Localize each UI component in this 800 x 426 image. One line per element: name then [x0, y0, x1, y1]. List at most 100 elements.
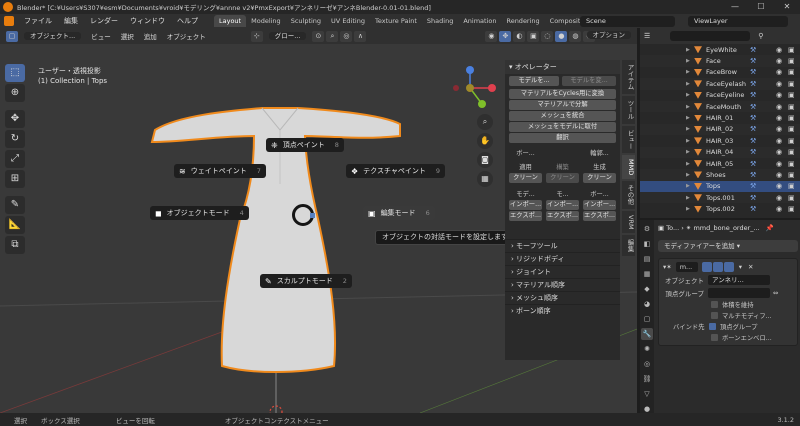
attach-meshes-button[interactable]: メッシュをモデルに取付	[509, 122, 616, 132]
eye-icon[interactable]: ◉	[776, 46, 782, 54]
expand-arrow-icon[interactable]: ▶	[686, 47, 690, 53]
camera-render-icon[interactable]: ▣	[788, 91, 795, 99]
tab-mmd[interactable]: MMD	[622, 155, 635, 180]
menu-file[interactable]: ファイル	[18, 16, 58, 26]
add-modifier-dropdown[interactable]: モディファイアーを追加 ▾	[658, 240, 798, 252]
outliner-row[interactable]: ▶ Tops ⚒ ◉ ▣	[640, 180, 800, 193]
scene-props-icon[interactable]: ◆	[641, 283, 653, 295]
xray-icon[interactable]: ▣	[527, 30, 540, 42]
output-props-icon[interactable]: ▤	[641, 253, 653, 265]
menu-help[interactable]: ヘルプ	[171, 16, 204, 26]
eye-icon[interactable]: ◉	[776, 57, 782, 65]
pie-weight-paint[interactable]: ≋ ウェイトペイント 7	[174, 164, 266, 178]
import-model-button[interactable]: インポー...	[509, 200, 542, 210]
pie-object-mode[interactable]: ◼ オブジェクトモード 4	[150, 206, 249, 220]
section-joint[interactable]: › ジョイント	[505, 265, 620, 278]
camera-render-icon[interactable]: ▣	[788, 68, 795, 76]
add-cube-tool-icon[interactable]: ⧉	[5, 236, 25, 254]
tab-layout[interactable]: Layout	[214, 15, 247, 27]
modifier-wrench-icon[interactable]: ⚒	[750, 46, 756, 54]
section-morph-tools[interactable]: › モーフツール	[505, 239, 620, 252]
3d-viewport[interactable]: ⬚ ⊕ ✥ ↻ ⤢ ⊞ ✎ 📐 ⧉ ユーザー・透視投影 (1) Collecti…	[0, 44, 637, 413]
modifier-wrench-icon[interactable]: ⚒	[750, 91, 756, 99]
export-model-button[interactable]: エクスポ...	[509, 211, 542, 221]
menu-object[interactable]: オブジェクト	[162, 31, 211, 41]
eye-icon[interactable]: ◉	[776, 194, 782, 202]
outliner-row[interactable]: ▶ FaceMouth ⚒ ◉ ▣	[640, 100, 800, 113]
object-props-icon[interactable]: ▢	[641, 313, 653, 325]
tab-shading[interactable]: Shading	[422, 15, 458, 27]
camera-render-icon[interactable]: ▣	[788, 103, 795, 111]
camera-render-icon[interactable]: ▣	[788, 57, 795, 65]
eye-icon[interactable]: ◉	[776, 182, 782, 190]
camera-render-icon[interactable]: ▣	[788, 182, 795, 190]
multi-modifier-checkbox[interactable]	[711, 312, 718, 319]
scene-selector[interactable]: Scene	[580, 15, 675, 27]
outliner-row[interactable]: ▶ Tops.001 ⚒ ◉ ▣	[640, 192, 800, 204]
import-bone-button[interactable]: インポー...	[583, 200, 616, 210]
camera-icon[interactable]: ◙	[477, 152, 493, 168]
edit-mode-toggle-icon[interactable]	[701, 262, 712, 272]
tab-uv-editing[interactable]: UV Editing	[326, 15, 370, 27]
outliner-row[interactable]: ▶ Shoes ⚒ ◉ ▣	[640, 169, 800, 181]
section-mesh-order[interactable]: › メッシュ順序	[505, 291, 620, 304]
camera-render-icon[interactable]: ▣	[788, 114, 795, 122]
eye-icon[interactable]: ◉	[776, 160, 782, 168]
tab-rendering[interactable]: Rendering	[501, 15, 544, 27]
pan-hand-icon[interactable]: ✋	[477, 133, 493, 149]
expand-arrow-icon[interactable]: ▶	[686, 69, 690, 75]
cursor-tool-icon[interactable]: ⊕	[5, 84, 25, 102]
expand-arrow-icon[interactable]: ▶	[686, 81, 690, 87]
clean-outline-button[interactable]: クリーン	[583, 173, 616, 183]
move-tool-icon[interactable]: ✥	[5, 110, 25, 128]
mode-dropdown[interactable]: オブジェクト...	[24, 31, 82, 40]
separate-by-materials-button[interactable]: マテリアルで分解	[509, 100, 616, 110]
expand-arrow-icon[interactable]: ▶	[686, 149, 690, 155]
preserve-volume-checkbox[interactable]	[711, 301, 718, 308]
modifier-props-icon[interactable]: 🔧	[641, 328, 653, 340]
tab-edit[interactable]: 編集	[622, 235, 635, 257]
tab-texture-paint[interactable]: Texture Paint	[370, 15, 422, 27]
camera-render-icon[interactable]: ▣	[788, 125, 795, 133]
outliner-row[interactable]: ▶ HAIR_02 ⚒ ◉ ▣	[640, 123, 800, 136]
close-button[interactable]: ✕	[774, 0, 800, 14]
minimize-button[interactable]: —	[722, 0, 748, 14]
convert-materials-cycles-button[interactable]: マテリアルをCycles用に変換	[509, 89, 616, 99]
modifier-wrench-icon[interactable]: ⚒	[750, 114, 756, 122]
camera-render-icon[interactable]: ▣	[788, 137, 795, 145]
modifier-wrench-icon[interactable]: ⚒	[750, 160, 756, 168]
data-props-icon[interactable]: ▽	[641, 388, 653, 400]
eye-icon[interactable]: ◉	[776, 103, 782, 111]
outliner-row[interactable]: ▶ HAIR_03 ⚒ ◉ ▣	[640, 135, 800, 146]
camera-render-icon[interactable]: ▣	[788, 160, 795, 168]
render-props-icon[interactable]: ◧	[641, 238, 653, 250]
modifier-wrench-icon[interactable]: ⚒	[750, 103, 756, 111]
expand-arrow-icon[interactable]: ▶	[686, 104, 690, 110]
modifier-name-field[interactable]: m...	[675, 262, 698, 272]
proportional-edit-icon[interactable]: ◎	[340, 30, 353, 42]
falloff-icon[interactable]: ∧	[354, 30, 367, 42]
overlay-toggle-icon[interactable]: ◐	[513, 30, 526, 42]
gizmo-toggle-icon[interactable]: ✥	[499, 30, 512, 42]
eye-icon[interactable]: ◉	[776, 171, 782, 179]
modifier-wrench-icon[interactable]: ⚒	[750, 68, 756, 76]
pie-texture-paint[interactable]: ❖ テクスチャペイント 9	[346, 164, 446, 178]
physics-props-icon[interactable]: ◎	[641, 358, 653, 370]
outliner-row[interactable]: ▶ FaceBrow ⚒ ◉ ▣	[640, 67, 800, 78]
modifier-dropdown-icon[interactable]: ▾	[739, 263, 742, 271]
shading-material-icon[interactable]: ◍	[569, 30, 582, 42]
camera-render-icon[interactable]: ▣	[788, 46, 795, 54]
menu-view[interactable]: ビュー	[86, 31, 116, 41]
section-rigid-body[interactable]: › リジッドボディ	[505, 252, 620, 265]
select-box-icon[interactable]: ▢	[6, 30, 18, 42]
snap-icon[interactable]: ⌕	[326, 30, 339, 42]
outliner-row[interactable]: ▶ HAIR_04 ⚒ ◉ ▣	[640, 146, 800, 158]
invert-icon[interactable]: ⇔	[773, 289, 778, 297]
tab-view[interactable]: ビュー	[622, 125, 635, 153]
grid-perspective-icon[interactable]: ▦	[477, 171, 493, 187]
select-tool-icon[interactable]: ⬚	[5, 64, 25, 82]
shading-solid-icon[interactable]: ●	[555, 30, 568, 42]
modifier-wrench-icon[interactable]: ⚒	[750, 148, 756, 156]
expand-arrow-icon[interactable]: ▶	[686, 206, 690, 212]
outliner-row[interactable]: ▶ FaceEyelash ⚒ ◉ ▣	[640, 78, 800, 90]
